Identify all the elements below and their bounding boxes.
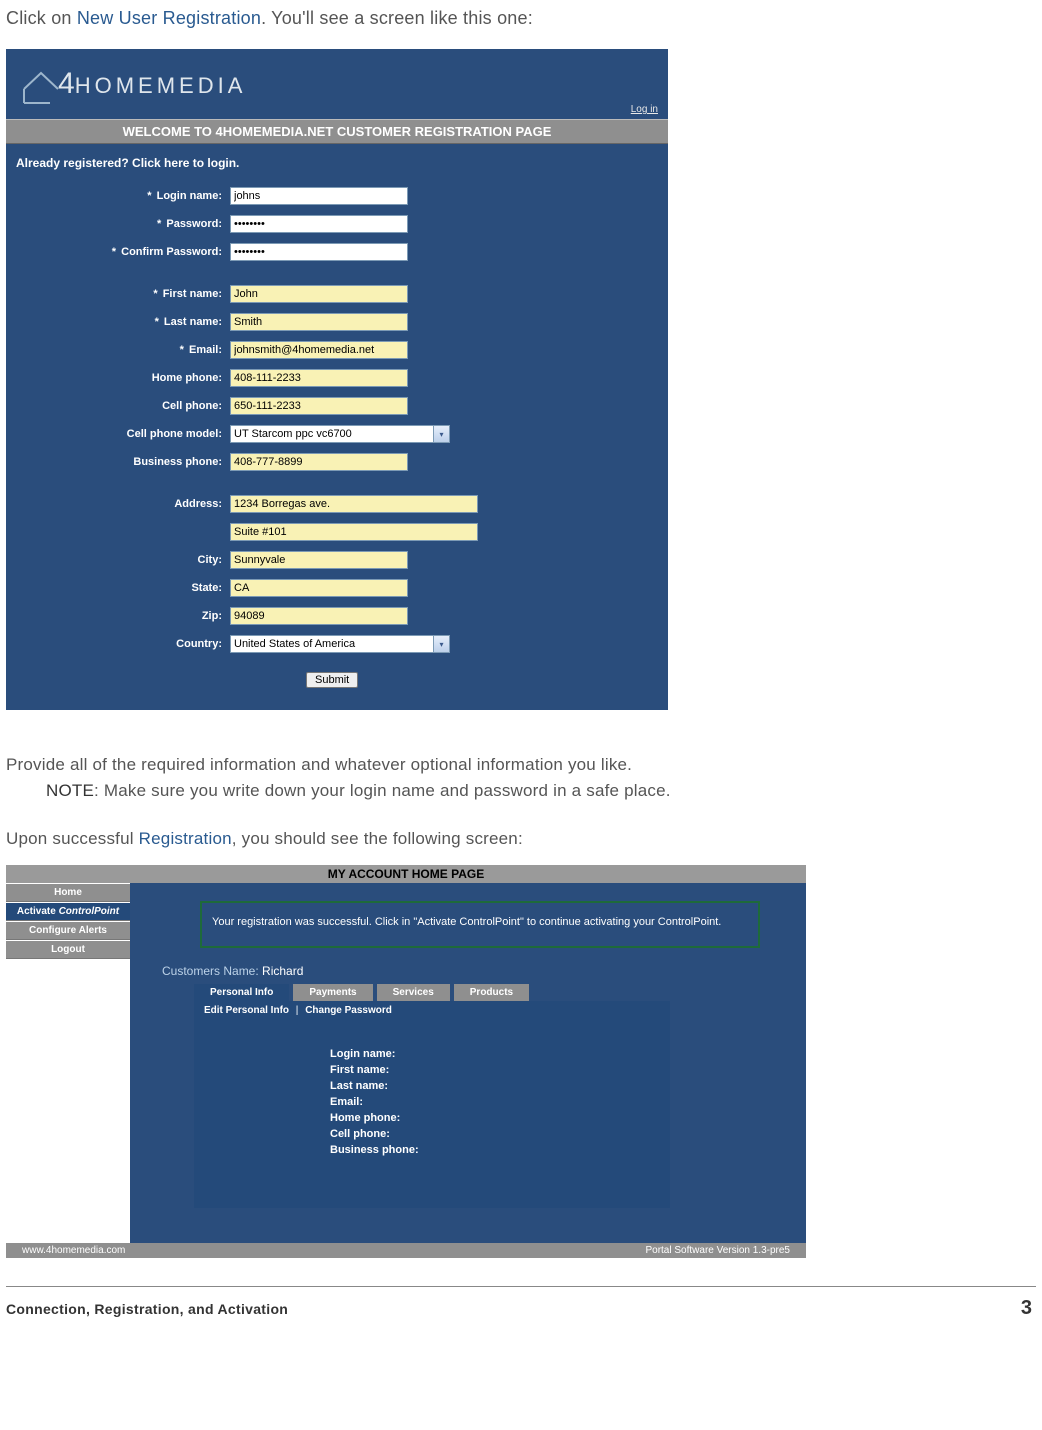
chevron-down-icon: ▾ (433, 426, 449, 442)
tab-services[interactable]: Services (377, 984, 450, 1001)
password-input[interactable] (230, 215, 408, 233)
sub-tabs: Edit Personal Info | Change Password (194, 1001, 670, 1020)
footer-url: www.4homemedia.com (22, 1245, 125, 1256)
personal-info-panel: Login name: First name: Last name: Email… (194, 1020, 670, 1208)
tab-products[interactable]: Products (454, 984, 529, 1001)
cell-phone-label: Cell phone: (6, 400, 228, 412)
last-name-label: * Last name: (6, 316, 228, 328)
info-business-phone: Business phone: (330, 1142, 660, 1158)
registration-screenshot: 4HOMEMEDIA Log in WELCOME TO 4HOMEMEDIA.… (6, 49, 668, 710)
first-name-label: * First name: (6, 288, 228, 300)
last-name-input[interactable] (230, 313, 408, 331)
address-line1-input[interactable] (230, 495, 478, 513)
registration-form: * Login name: * Password: * Confirm Pass… (6, 176, 668, 710)
logo-mark-icon (20, 63, 62, 105)
sidebar-item-home[interactable]: Home (6, 883, 130, 902)
sidebar-item-logout[interactable]: Logout (6, 940, 130, 959)
intro-text: Click on New User Registration. You'll s… (6, 8, 1042, 29)
cell-phone-input[interactable] (230, 397, 408, 415)
home-phone-input[interactable] (230, 369, 408, 387)
page-divider (6, 1286, 1036, 1287)
upon-success-text: Upon successful Registration, you should… (6, 829, 1042, 849)
subtab-edit-personal[interactable]: Edit Personal Info (204, 1005, 289, 1016)
login-name-label: * Login name: (6, 190, 228, 202)
account-content: Your registration was successful. Click … (130, 883, 806, 1243)
intro-suffix: . You'll see a screen like this one: (261, 8, 533, 28)
account-tabs: Personal Info Payments Services Products (194, 984, 792, 1001)
business-phone-label: Business phone: (6, 456, 228, 468)
zip-label: Zip: (6, 610, 228, 622)
info-login-name: Login name: (330, 1046, 660, 1062)
zip-input[interactable] (230, 607, 408, 625)
tab-payments[interactable]: Payments (293, 984, 372, 1001)
info-cell-phone: Cell phone: (330, 1126, 660, 1142)
sidebar-item-alerts[interactable]: Configure Alerts (6, 921, 130, 940)
state-input[interactable] (230, 579, 408, 597)
business-phone-input[interactable] (230, 453, 408, 471)
cell-model-label: Cell phone model: (6, 428, 228, 440)
customer-name-row: Customers Name: Richard (162, 964, 792, 978)
password-label: * Password: (6, 218, 228, 230)
provide-info-text: Provide all of the required information … (6, 755, 1042, 775)
login-link[interactable]: Log in (631, 104, 658, 115)
sidebar: Home Activate ControlPoint Configure Ale… (6, 883, 130, 1243)
intro-prefix: Click on (6, 8, 77, 28)
address-line2-input[interactable] (230, 523, 478, 541)
country-value: United States of America (231, 638, 433, 650)
subtab-separator: | (296, 1005, 299, 1016)
city-input[interactable] (230, 551, 408, 569)
country-select[interactable]: United States of America ▾ (230, 635, 450, 653)
page-footer: Connection, Registration, and Activation… (0, 1297, 1042, 1328)
footer-section-title: Connection, Registration, and Activation (6, 1301, 288, 1317)
footer-page-number: 3 (1021, 1297, 1032, 1320)
cell-model-value: UT Starcom ppc vc6700 (231, 428, 433, 440)
already-registered-link[interactable]: Already registered? Click here to login. (6, 144, 668, 176)
first-name-input[interactable] (230, 285, 408, 303)
portal-footer: www.4homemedia.com Portal Software Versi… (6, 1243, 806, 1258)
info-first-name: First name: (330, 1062, 660, 1078)
email-label: * Email: (6, 344, 228, 356)
state-label: State: (6, 582, 228, 594)
footer-version: Portal Software Version 1.3-pre5 (645, 1245, 790, 1256)
sidebar-item-activate[interactable]: Activate ControlPoint (6, 902, 130, 921)
city-label: City: (6, 554, 228, 566)
account-title-bar: MY ACCOUNT HOME PAGE (6, 865, 806, 883)
info-home-phone: Home phone: (330, 1110, 660, 1126)
chevron-down-icon: ▾ (433, 636, 449, 652)
tab-personal-info[interactable]: Personal Info (194, 984, 289, 1001)
customer-name-label: Customers Name: (162, 964, 262, 978)
registration-link[interactable]: Registration (139, 829, 232, 848)
info-last-name: Last name: (330, 1078, 660, 1094)
address-label: Address: (6, 498, 228, 510)
subtab-change-password[interactable]: Change Password (305, 1005, 392, 1016)
note-label: NOTE (46, 781, 94, 800)
confirm-password-label: * Confirm Password: (6, 246, 228, 258)
note-text: NOTE: Make sure you write down your logi… (46, 781, 1042, 801)
new-user-registration-link[interactable]: New User Registration (77, 8, 261, 28)
logo-header: 4HOMEMEDIA Log in (6, 49, 668, 119)
home-phone-label: Home phone: (6, 372, 228, 384)
required-asterisk: * (147, 190, 151, 202)
account-home-screenshot: MY ACCOUNT HOME PAGE Home Activate Contr… (6, 865, 806, 1258)
cell-model-select[interactable]: UT Starcom ppc vc6700 ▾ (230, 425, 450, 443)
logo-name: HOMEMEDIA (75, 73, 247, 98)
login-name-input[interactable] (230, 187, 408, 205)
logo-text: 4HOMEMEDIA (58, 67, 246, 101)
welcome-bar: WELCOME TO 4HOMEMEDIA.NET CUSTOMER REGIS… (6, 119, 668, 144)
info-email: Email: (330, 1094, 660, 1110)
email-input[interactable] (230, 341, 408, 359)
country-label: Country: (6, 638, 228, 650)
confirm-password-input[interactable] (230, 243, 408, 261)
submit-button[interactable]: Submit (306, 672, 358, 688)
success-message: Your registration was successful. Click … (200, 901, 760, 948)
customer-name-value: Richard (262, 964, 303, 978)
